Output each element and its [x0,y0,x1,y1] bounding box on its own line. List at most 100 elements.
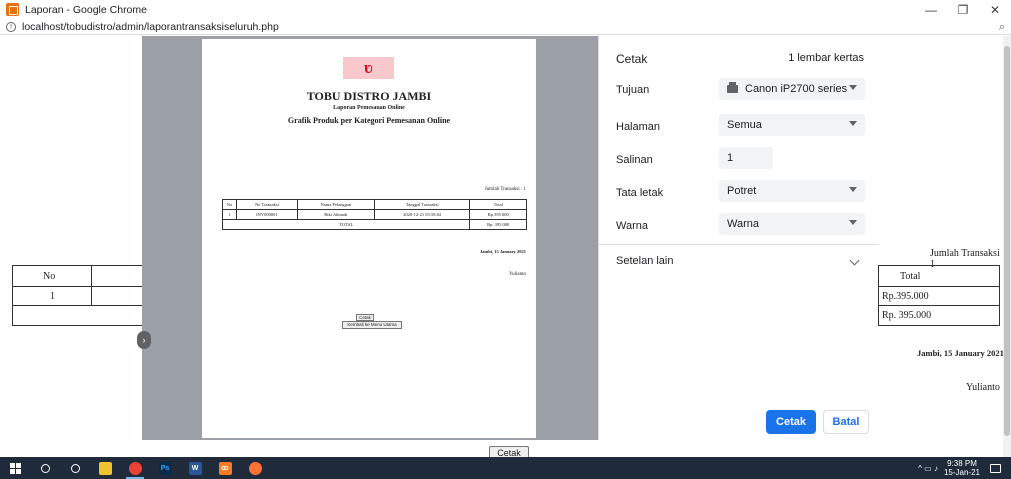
bg-row-no: 1 [12,286,92,306]
minimize-button[interactable]: — [915,0,947,19]
th-tanggal: Tanggal Transaksi [373,199,471,210]
xampp-button[interactable]: ꝏ [210,457,240,479]
cell-total: Rp.395.000 [469,209,527,220]
collapse-handle-icon[interactable]: › [137,331,151,349]
sheet-count: 1 lembar kertas [788,52,864,64]
layout-select[interactable]: Potret [719,180,865,202]
system-tray: ^ ▭ ♪ 9:38 PM 15-Jan-21 [918,457,1011,479]
cell-nama: Riki Ahmadi [296,209,375,220]
destination-select[interactable]: Canon iP2700 series [719,78,865,100]
title-bar: Laporan - Google Chrome — ❐ ✕ [0,0,1011,19]
notification-icon[interactable] [990,463,1001,473]
more-settings-toggle[interactable]: Setelan lain [616,255,674,267]
bg-signature: Yulianto [966,382,1000,393]
firefox-icon [248,461,262,475]
scroll-thumb[interactable] [1004,46,1010,436]
preview-store-name: TOBU DISTRO JAMBI [306,89,432,103]
preview-report-title: Laporan Pemesanan Online [333,105,405,111]
preview-signature: Yulianto [509,272,526,277]
preview-table: No No Transaksi Nama Pelanggan Tanggal T… [221,199,527,230]
search-button[interactable] [30,457,60,479]
chrome-icon [128,461,142,475]
cell-tanggal: 2020-12-21 05:58:02 [373,209,471,220]
pages-select[interactable]: Semua [719,114,865,136]
task-view-button[interactable] [60,457,90,479]
bg-header-no-text: No [43,270,56,282]
print-button[interactable]: Cetak [766,410,816,434]
url-text[interactable]: localhost/tobudistro/admin/laporantransa… [22,21,279,33]
photoshop-button[interactable]: Ps [150,457,180,479]
bg-header-no: No [12,265,92,287]
preview-cetak-button: Cetak [356,314,374,321]
salinan-label: Salinan [616,154,653,166]
page-scrollbar[interactable] [1003,36,1011,457]
site-info-icon[interactable]: i [6,21,16,32]
word-icon: W [188,461,202,475]
copies-input[interactable]: 1 [719,147,773,169]
address-bar[interactable]: i localhost/tobudistro/admin/laporantran… [0,19,1011,35]
th-nama: Nama Pelanggan [296,199,375,210]
cell-no: 1 [222,209,237,220]
bg-row-no-text: 1 [50,290,55,302]
bg-footer-total: Rp. 395.000 [878,305,1000,326]
taskbar: Ps W ꝏ ^ ▭ ♪ 9:38 PM 15-Jan-21 [0,457,1011,479]
firefox-button[interactable] [240,457,270,479]
preview-jumlah: Jumlah Transaksi : 1 [484,187,526,192]
maximize-button[interactable]: ❐ [947,0,979,19]
bg-header-total-text: Total [900,270,921,282]
tujuan-label: Tujuan [616,84,650,96]
bg-total-row [12,305,143,326]
preview-total-row: TOTAL Rp. 395.000 [221,219,527,230]
printer-icon [727,82,738,93]
clock[interactable]: 9:38 PM 15-Jan-21 [944,459,980,477]
clock-time: 9:38 PM [947,459,977,468]
th-total: Total [469,199,527,210]
preview-page: ʋ TOBU DISTRO JAMBI Laporan Pemesanan On… [202,39,536,438]
bg-row-cell [91,286,143,306]
total-value: Rp. 395.000 [469,219,527,230]
warna-label: Warna [616,220,648,232]
bg-header-total: Total [878,265,1000,287]
cancel-button[interactable]: Batal [823,410,869,434]
bg-jambi-date: Jambi, 15 January 2021 [917,348,1004,358]
cortana-icon [70,463,80,473]
chevron-down-icon [849,85,857,90]
bg-row-total-text: Rp.395.000 [882,290,929,302]
chevron-down-icon [849,121,857,126]
bg-footer-total-text: Rp. 395.000 [882,310,932,321]
th-no: No [222,199,237,210]
tray-icons[interactable]: ^ ▭ ♪ [918,464,938,473]
folder-icon [98,461,112,475]
windows-icon [9,462,21,474]
store-logo: ʋ [343,57,394,79]
preview-jambi-date: Jambi, 15 January 2021 [479,249,526,254]
start-button[interactable] [0,457,30,479]
chevron-down-icon[interactable] [849,255,860,266]
chevron-down-icon [849,187,857,192]
print-settings-panel: Cetak 1 lembar kertas Tujuan Canon iP270… [598,36,879,440]
chrome-taskbar-button[interactable] [120,457,150,479]
pages-value: Semua [727,119,762,131]
layout-value: Potret [727,185,757,197]
cell-no-transaksi: INV000001 [236,209,298,220]
search-icon [40,463,50,473]
file-explorer-button[interactable] [90,457,120,479]
chrome-app-icon [6,3,19,16]
preview-kembali-button: Kembali ke Menu Utama [342,321,402,329]
photoshop-icon: Ps [158,461,172,475]
color-select[interactable]: Warna [719,213,865,235]
bg-header-cell [91,265,143,287]
settings-divider [599,244,879,245]
zoom-icon[interactable]: ⌕ [999,21,1005,34]
word-button[interactable]: W [180,457,210,479]
print-preview-area: ʋ TOBU DISTRO JAMBI Laporan Pemesanan On… [142,36,598,440]
preview-chart-title: Grafik Produk per Kategori Pemesanan Onl… [287,116,451,125]
preview-table-header: No No Transaksi Nama Pelanggan Tanggal T… [222,199,527,210]
bg-row-total: Rp.395.000 [878,286,1000,306]
window-title: Laporan - Google Chrome [25,3,147,16]
clock-date: 15-Jan-21 [943,468,980,477]
close-button[interactable]: ✕ [979,0,1011,19]
window-controls: — ❐ ✕ [915,0,1011,19]
copies-value: 1 [727,152,734,164]
halaman-label: Halaman [616,121,661,133]
